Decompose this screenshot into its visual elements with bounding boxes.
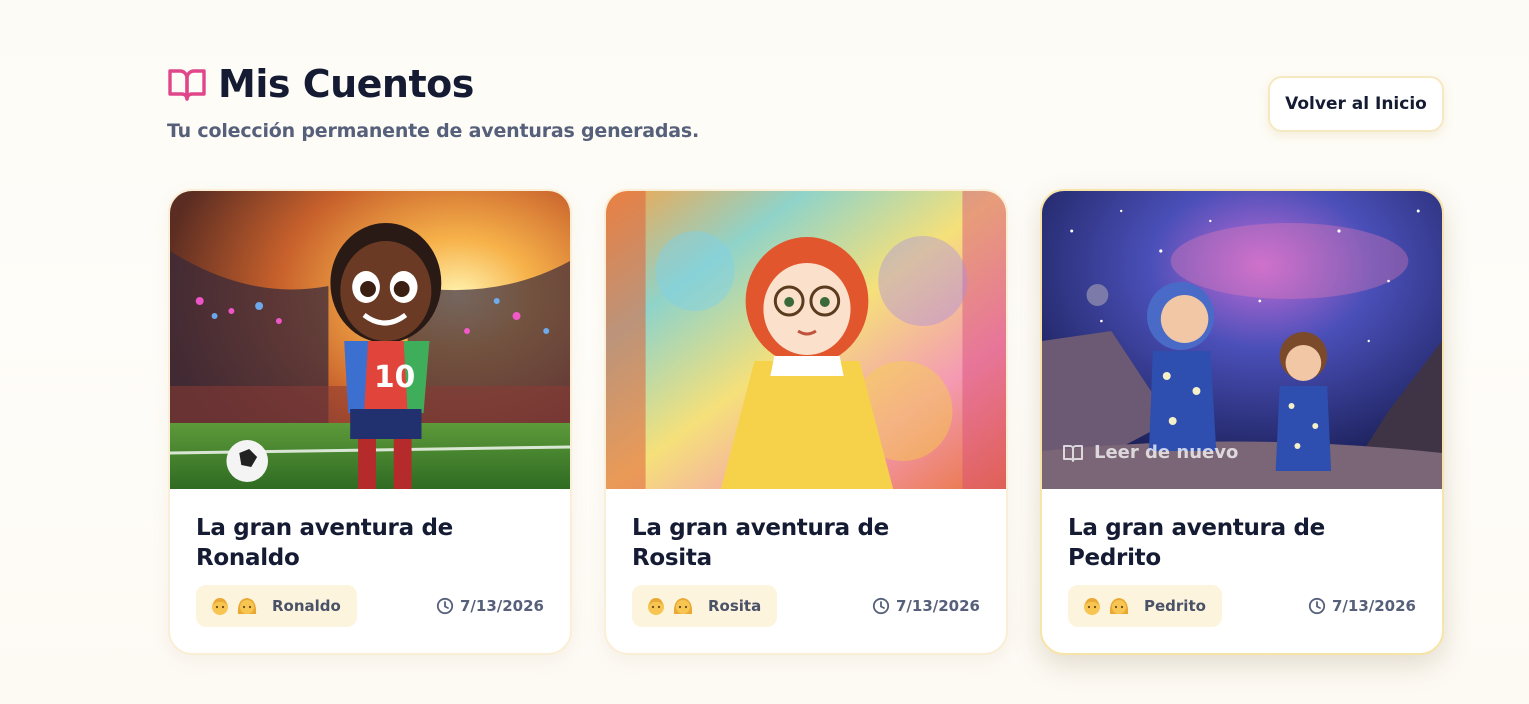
story-meta: Pedrito 7/13/2026 xyxy=(1068,585,1416,627)
character-chip: Pedrito xyxy=(1068,585,1222,627)
character-name: Rosita xyxy=(708,597,762,615)
story-date: 7/13/2026 xyxy=(1308,597,1416,615)
character-name: Ronaldo xyxy=(272,597,341,615)
story-title: La gran aventura de Pedrito xyxy=(1068,515,1325,571)
story-card-rosita[interactable]: La gran aventura de Rosita Rosita 7/13/2… xyxy=(604,189,1008,655)
girl-face-icon xyxy=(672,596,694,616)
boy-face-icon xyxy=(210,596,230,616)
page-title: Mis Cuentos xyxy=(218,62,474,106)
story-cover-image: Leer de nuevo xyxy=(1042,191,1442,489)
story-card-body: La gran aventura de Ronaldo xyxy=(196,513,544,573)
date-text: 7/13/2026 xyxy=(459,597,544,615)
girl-face-icon xyxy=(236,596,258,616)
story-meta: Rosita 7/13/2026 xyxy=(632,585,980,627)
clock-icon xyxy=(872,597,890,615)
story-cover-image: 10 xyxy=(170,191,570,489)
page-subtitle: Tu colección permanente de aventuras gen… xyxy=(167,120,700,142)
story-card-ronaldo[interactable]: 10 La gran aventura de Ronaldo Ronaldo 7… xyxy=(168,189,572,655)
character-name: Pedrito xyxy=(1144,597,1206,615)
story-title: La gran aventura de Ronaldo xyxy=(196,515,453,571)
character-chip: Rosita xyxy=(632,585,778,627)
character-chip: Ronaldo xyxy=(196,585,357,627)
open-book-icon xyxy=(1062,443,1084,463)
date-text: 7/13/2026 xyxy=(1331,597,1416,615)
boy-face-icon xyxy=(646,596,666,616)
story-date: 7/13/2026 xyxy=(436,597,544,615)
girl-face-icon xyxy=(1108,596,1130,616)
story-title: La gran aventura de Rosita xyxy=(632,515,889,571)
story-meta: Ronaldo 7/13/2026 xyxy=(196,585,544,627)
page-header: Mis Cuentos Tu colección permanente de a… xyxy=(167,62,699,142)
my-stories-page: Mis Cuentos Tu colección permanente de a… xyxy=(0,0,1529,704)
read-again-overlay[interactable]: Leer de nuevo xyxy=(1062,442,1238,463)
clock-icon xyxy=(1308,597,1326,615)
story-card-pedrito[interactable]: Leer de nuevo La gran aventura de Pedrit… xyxy=(1040,189,1444,655)
open-book-icon xyxy=(167,64,207,104)
read-again-label: Leer de nuevo xyxy=(1094,442,1239,463)
svg-text:10: 10 xyxy=(374,360,415,395)
clock-icon xyxy=(436,597,454,615)
story-cover-image xyxy=(606,191,1006,489)
date-text: 7/13/2026 xyxy=(895,597,980,615)
story-card-body: La gran aventura de Rosita xyxy=(632,513,980,573)
story-card-body: La gran aventura de Pedrito xyxy=(1068,513,1416,573)
title-row: Mis Cuentos xyxy=(167,62,699,106)
boy-face-icon xyxy=(1082,596,1102,616)
back-home-button[interactable]: Volver al Inicio xyxy=(1268,76,1444,132)
story-date: 7/13/2026 xyxy=(872,597,980,615)
